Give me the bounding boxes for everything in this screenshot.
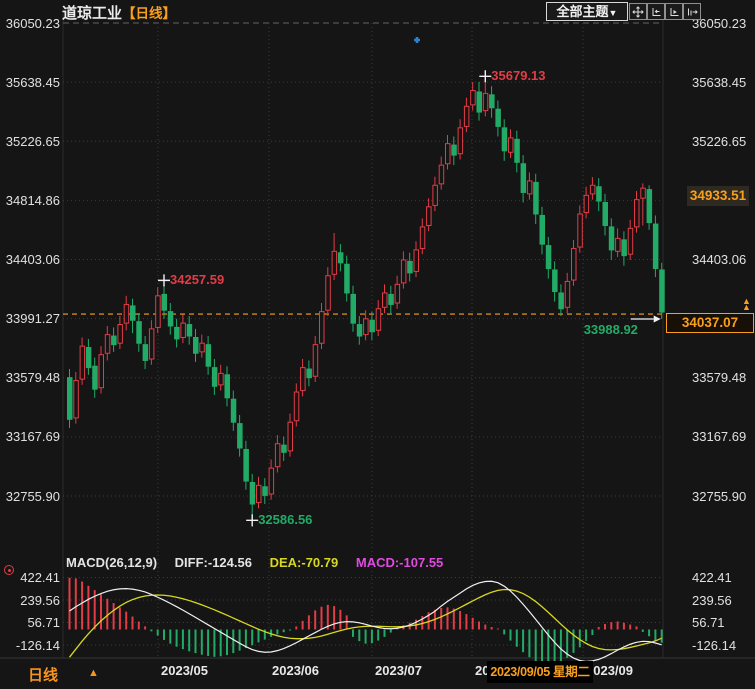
tool-shift-right-button[interactable] xyxy=(683,3,701,20)
price-tick-label: 33579.48 xyxy=(692,370,746,385)
price-tick-label: 35638.45 xyxy=(692,75,746,90)
macd-tick-label: 422.41 xyxy=(692,570,732,585)
period-up-arrow-icon[interactable]: ▲ xyxy=(88,667,99,679)
price-tick-label: 33167.69 xyxy=(692,429,746,444)
tool-play-button[interactable] xyxy=(665,3,683,20)
price-tick-label: 34403.06 xyxy=(4,252,60,267)
axis-shift-right-icon xyxy=(686,6,698,18)
date-label: 2023/07 xyxy=(375,663,422,678)
cross-marker-icon xyxy=(158,274,170,286)
macd-diff-value: DIFF:-124.56 xyxy=(175,555,252,570)
price-up-arrows-icon: ▲▲ xyxy=(742,298,751,310)
price-tick-label: 35226.65 xyxy=(4,134,60,149)
arrow-head-icon xyxy=(654,315,661,322)
tool-move-button[interactable] xyxy=(629,3,647,20)
macd-tick-label: 56.71 xyxy=(692,615,725,630)
price-annotation: 35679.13 xyxy=(491,68,545,83)
candlestick-chart[interactable] xyxy=(0,0,755,689)
period-selector[interactable]: 日线 xyxy=(28,664,58,685)
date-label: 2023/05 xyxy=(161,663,208,678)
macd-params-label: MACD(26,12,9) xyxy=(66,555,157,570)
theme-dropdown[interactable]: 全部主题▼ xyxy=(546,2,628,21)
macd-header: MACD(26,12,9) DIFF:-124.56 DEA:-70.79 MA… xyxy=(66,555,457,570)
price-tick-label: 32755.90 xyxy=(4,489,60,504)
macd-tick-label: -126.14 xyxy=(692,638,736,653)
side-price-badge: 34933.51 xyxy=(687,186,749,206)
macd-tick-label: 56.71 xyxy=(4,615,60,630)
last-price-badge: 34037.07 xyxy=(666,313,754,333)
page-title: 道琼工业【日线】 xyxy=(62,2,176,23)
tool-compress-button[interactable] xyxy=(647,3,665,20)
axis-compress-icon xyxy=(650,6,662,18)
macd-tick-label: -126.14 xyxy=(4,638,60,653)
price-annotation: 33988.92 xyxy=(584,322,638,337)
chevron-down-icon: ▼ xyxy=(609,8,618,18)
axis-play-icon xyxy=(668,6,680,18)
date-tooltip: 2023/09/05 星期二 xyxy=(487,661,593,683)
price-annotation: 34257.59 xyxy=(170,272,224,287)
price-tick-label: 34403.06 xyxy=(692,252,746,267)
cross-marker-icon xyxy=(479,70,491,82)
price-tick-label: 33579.48 xyxy=(4,370,60,385)
macd-macd-value: MACD:-107.55 xyxy=(356,555,443,570)
price-tick-label: 35638.45 xyxy=(4,75,60,90)
price-tick-label: 34814.86 xyxy=(4,193,60,208)
candles-group xyxy=(68,76,665,520)
event-marker-icon xyxy=(414,37,420,43)
theme-dropdown-label: 全部主题 xyxy=(557,4,609,19)
macd-tick-label: 239.56 xyxy=(692,593,732,608)
price-tick-label: 33991.27 xyxy=(4,311,60,326)
price-tick-label: 33167.69 xyxy=(4,429,60,444)
price-tick-label: 32755.90 xyxy=(692,489,746,504)
macd-tick-label: 239.56 xyxy=(4,593,60,608)
price-tick-label: 36050.23 xyxy=(4,16,60,31)
macd-pane-marker-icon[interactable] xyxy=(4,565,14,575)
trading-chart-window: 道琼工业【日线】 全部主题▼ 36050.23 35638.45 35226.65 3… xyxy=(0,0,755,689)
period-tag: 【日线】 xyxy=(122,6,176,21)
cross-marker-icon xyxy=(246,514,258,526)
move-icon xyxy=(632,6,644,18)
price-tick-label: 35226.65 xyxy=(692,134,746,149)
date-label: 2023/09 xyxy=(586,663,633,678)
instrument-name: 道琼工业 xyxy=(62,5,122,22)
macd-dea-value: DEA:-70.79 xyxy=(270,555,339,570)
date-label: 2023/06 xyxy=(272,663,319,678)
price-annotation: 32586.56 xyxy=(258,512,312,527)
